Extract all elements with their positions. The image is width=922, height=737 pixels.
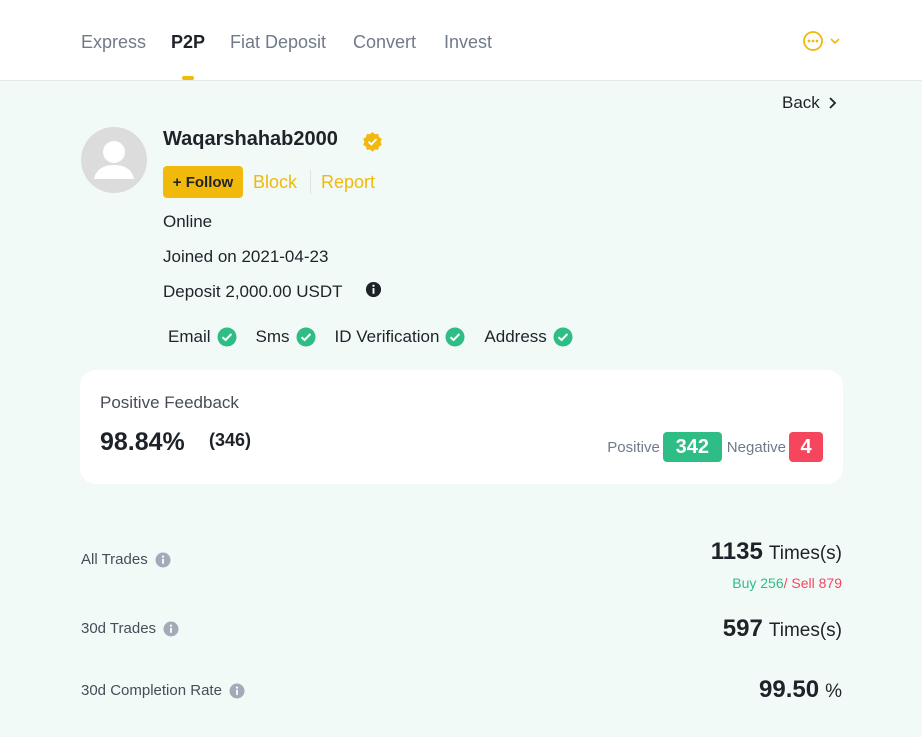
block-button[interactable]: Block [253, 172, 297, 193]
trades-30d-value: 597 Times(s) [723, 615, 842, 643]
trades-30d-unit: Times(s) [768, 620, 842, 641]
completion-rate-value: 99.50 % [759, 676, 842, 704]
negative-label: Negative [726, 438, 786, 456]
verification-id: ID Verification [335, 327, 466, 347]
trades-30d-label-text: 30d Trades [81, 620, 157, 637]
trades-30d-label: 30d Trades [81, 620, 179, 637]
verification-email: Email [168, 327, 237, 347]
feedback-label: Positive Feedback [100, 393, 239, 412]
active-tab-indicator [182, 76, 194, 80]
trades-30d-number: 597 [722, 615, 763, 642]
tab-p2p[interactable]: P2P [171, 32, 205, 53]
feedback-count: (346) [209, 430, 252, 450]
feedback-breakdown: Positive 342 Negative 4 [607, 432, 823, 462]
tab-express[interactable]: Express [81, 32, 146, 53]
avatar [81, 127, 147, 193]
username: Waqarshahab2000 [163, 128, 338, 150]
deposit-amount: Deposit 2,000.00 USDT [163, 282, 343, 301]
verification-sms: Sms [256, 327, 316, 347]
all-trades-label: All Trades [81, 551, 171, 568]
joined-date: Joined on 2021-04-23 [163, 247, 329, 266]
verified-badge-icon [363, 131, 382, 152]
chevron-right-icon [829, 97, 837, 109]
all-trades-unit: Times(s) [768, 543, 842, 564]
verification-label: Address [484, 327, 547, 346]
all-trades-label-text: All Trades [81, 551, 148, 568]
avatar-icon [94, 141, 134, 179]
tab-convert[interactable]: Convert [353, 32, 416, 53]
buy-count: Buy 256 [732, 575, 784, 591]
verification-address: Address [484, 327, 573, 347]
info-icon[interactable] [365, 281, 382, 298]
action-divider [310, 170, 311, 194]
follow-button[interactable]: + Follow [163, 166, 243, 198]
info-icon[interactable] [229, 683, 245, 699]
check-circle-icon [217, 327, 237, 347]
positive-count-badge: 342 [662, 432, 722, 462]
online-status: Online [163, 212, 213, 231]
completion-rate-unit: % [825, 681, 842, 702]
sell-count: / Sell 879 [783, 575, 842, 591]
positive-label: Positive [607, 438, 660, 456]
buy-sell-breakdown: Buy 256/ Sell 879 [732, 575, 842, 591]
completion-rate-label-text: 30d Completion Rate [81, 682, 222, 699]
back-button[interactable]: Back [782, 93, 838, 113]
check-circle-icon [445, 327, 465, 347]
info-icon[interactable] [155, 552, 171, 568]
more-dots-icon [803, 31, 823, 51]
verification-label: Sms [255, 327, 290, 346]
tab-invest[interactable]: Invest [444, 32, 492, 53]
tab-fiat-deposit[interactable]: Fiat Deposit [230, 32, 326, 53]
all-trades-number: 1135 [710, 538, 763, 565]
feedback-rate: 98.84% [100, 428, 185, 456]
completion-rate-number: 99.50 [759, 676, 820, 703]
feedback-card: Positive Feedback 98.84% (346) Positive … [80, 370, 843, 484]
check-circle-icon [296, 327, 316, 347]
check-circle-icon [553, 327, 573, 347]
negative-count-badge: 4 [789, 432, 823, 462]
chevron-down-icon [830, 38, 840, 45]
verification-label: Email [168, 327, 211, 346]
info-icon[interactable] [163, 621, 179, 637]
verification-label: ID Verification [334, 327, 440, 346]
top-nav-bar: Express P2P Fiat Deposit Convert Invest [0, 0, 922, 81]
back-label: Back [782, 93, 820, 112]
report-button[interactable]: Report [321, 172, 375, 193]
all-trades-value: 1135 Times(s) [711, 538, 842, 566]
completion-rate-label: 30d Completion Rate [81, 682, 245, 699]
verification-list: Email Sms ID Verification Address [168, 326, 592, 348]
more-menu-button[interactable] [802, 30, 842, 52]
